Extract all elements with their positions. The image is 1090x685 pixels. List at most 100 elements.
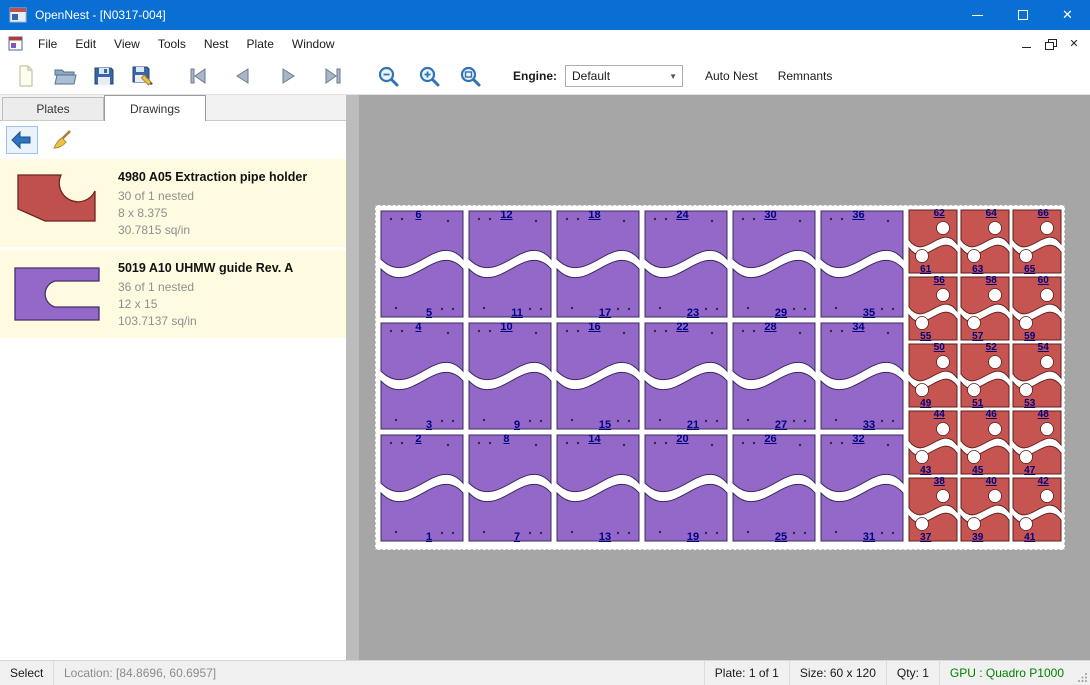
new-button[interactable] — [10, 61, 41, 91]
nested-part-pair[interactable]: 26 25 — [730, 432, 818, 544]
nested-part-pair[interactable]: 4443 — [907, 409, 959, 476]
nested-part-pair[interactable]: 58 57 — [959, 275, 1011, 342]
part-number[interactable]: 66 — [1038, 208, 1049, 219]
nested-part-pair[interactable]: 56 55 — [907, 275, 959, 342]
close-button[interactable]: ✕ — [1045, 0, 1090, 30]
part-number[interactable]: 56 — [934, 275, 945, 286]
save-as-button[interactable] — [127, 61, 158, 91]
nested-part-pair[interactable]: 3433 — [818, 320, 906, 432]
part-number[interactable]: 52 — [986, 342, 997, 353]
part-number[interactable]: 63 — [972, 264, 983, 275]
nested-part-pair[interactable]: 1817 — [554, 208, 642, 320]
nested-part-pair[interactable]: 21 — [378, 432, 466, 544]
minimize-button[interactable] — [955, 0, 1000, 30]
nested-part-pair[interactable]: 3029 — [730, 208, 818, 320]
part-number[interactable]: 5 — [426, 307, 432, 319]
part-number[interactable]: 1 — [426, 531, 432, 543]
part-number[interactable]: 20 — [676, 433, 688, 445]
nav-next-button[interactable] — [272, 61, 303, 91]
part-number[interactable]: 35 — [863, 307, 875, 319]
nested-part-pair[interactable]: 66 65 — [1011, 208, 1063, 275]
remnants-button[interactable]: Remnants — [768, 69, 843, 83]
part-number[interactable]: 53 — [1024, 398, 1035, 409]
part-number[interactable]: 28 — [764, 321, 776, 333]
document-icon[interactable] — [8, 36, 23, 51]
drawing-list-item[interactable]: 4980 A05 Extraction pipe holder30 of 1 n… — [0, 159, 346, 247]
part-number[interactable]: 4 — [415, 321, 421, 333]
part-number[interactable]: 26 — [764, 433, 776, 445]
drawing-list-item[interactable]: 5019 A10 UHMW guide Rev. A36 of 1 nested… — [0, 250, 346, 338]
nested-part-pair[interactable]: 65 — [378, 208, 466, 320]
zoom-out-button[interactable] — [372, 61, 403, 91]
part-number[interactable]: 2 — [415, 433, 421, 445]
part-number[interactable]: 55 — [920, 331, 931, 342]
part-number[interactable]: 46 — [986, 409, 997, 420]
auto-nest-button[interactable]: Auto Nest — [695, 69, 768, 83]
maximize-button[interactable] — [1000, 0, 1045, 30]
part-number[interactable]: 22 — [676, 321, 688, 333]
part-number[interactable]: 8 — [503, 433, 509, 445]
part-number[interactable]: 45 — [972, 465, 983, 476]
nested-part-pair[interactable]: 54 53 — [1011, 342, 1063, 409]
part-number[interactable]: 61 — [920, 264, 931, 275]
part-number[interactable]: 48 — [1038, 409, 1049, 420]
nested-part-pair[interactable]: 36 35 — [818, 208, 906, 320]
nested-part-pair[interactable]: 4847 — [1011, 409, 1063, 476]
open-button[interactable] — [49, 61, 80, 91]
part-number[interactable]: 29 — [775, 307, 787, 319]
send-to-nest-button[interactable] — [6, 126, 38, 154]
part-number[interactable]: 42 — [1038, 476, 1049, 487]
part-number[interactable]: 12 — [500, 209, 512, 221]
nested-part-pair[interactable]: 40 39 — [959, 476, 1011, 543]
part-number[interactable]: 18 — [588, 209, 600, 221]
nav-last-button[interactable] — [317, 61, 348, 91]
part-number[interactable]: 10 — [500, 321, 512, 333]
nested-part-pair[interactable]: 28 27 — [730, 320, 818, 432]
save-button[interactable] — [88, 61, 119, 91]
part-number[interactable]: 16 — [588, 321, 600, 333]
part-number[interactable]: 32 — [852, 433, 864, 445]
part-number[interactable]: 49 — [920, 398, 931, 409]
menu-item-edit[interactable]: Edit — [66, 30, 105, 57]
tab-plates[interactable]: Plates — [2, 97, 104, 120]
part-number[interactable]: 17 — [599, 307, 611, 319]
panel-splitter[interactable] — [346, 95, 359, 660]
part-number[interactable]: 60 — [1038, 275, 1049, 286]
nav-previous-button[interactable] — [227, 61, 258, 91]
part-number[interactable]: 57 — [972, 331, 983, 342]
part-number[interactable]: 51 — [972, 398, 983, 409]
nested-part-pair[interactable]: 46 45 — [959, 409, 1011, 476]
nested-part-pair[interactable]: 60 59 — [1011, 275, 1063, 342]
nested-part-pair[interactable]: 52 51 — [959, 342, 1011, 409]
menu-item-view[interactable]: View — [105, 30, 149, 57]
nested-part-pair[interactable]: 6261 — [907, 208, 959, 275]
mdi-minimize-button[interactable] — [1014, 34, 1038, 54]
nested-part-pair[interactable]: 5049 — [907, 342, 959, 409]
part-number[interactable]: 9 — [514, 419, 520, 431]
part-number[interactable]: 19 — [687, 531, 699, 543]
part-number[interactable]: 36 — [852, 209, 864, 221]
nested-part-pair[interactable]: 2221 — [642, 320, 730, 432]
part-number[interactable]: 58 — [986, 275, 997, 286]
nest-canvas[interactable]: 6512111817242330293635431091615222128273… — [359, 95, 1090, 660]
menu-item-nest[interactable]: Nest — [195, 30, 238, 57]
part-number[interactable]: 59 — [1024, 331, 1035, 342]
part-number[interactable]: 27 — [775, 419, 787, 431]
part-number[interactable]: 65 — [1024, 264, 1035, 275]
part-number[interactable]: 39 — [972, 532, 983, 543]
part-number[interactable]: 41 — [1024, 532, 1035, 543]
nested-part-pair[interactable]: 42 41 — [1011, 476, 1063, 543]
nested-part-pair[interactable]: 10 9 — [466, 320, 554, 432]
part-number[interactable]: 40 — [986, 476, 997, 487]
nested-part-pair[interactable]: 6463 — [959, 208, 1011, 275]
menu-item-plate[interactable]: Plate — [238, 30, 283, 57]
part-number[interactable]: 3 — [426, 419, 432, 431]
nested-part-pair[interactable]: 2423 — [642, 208, 730, 320]
part-number[interactable]: 54 — [1038, 342, 1049, 353]
engine-select[interactable]: Default ▼ — [565, 65, 683, 87]
nested-part-pair[interactable]: 32 31 — [818, 432, 906, 544]
part-number[interactable]: 31 — [863, 531, 875, 543]
clear-drawings-button[interactable] — [46, 126, 78, 154]
part-number[interactable]: 25 — [775, 531, 787, 543]
part-number[interactable]: 33 — [863, 419, 875, 431]
